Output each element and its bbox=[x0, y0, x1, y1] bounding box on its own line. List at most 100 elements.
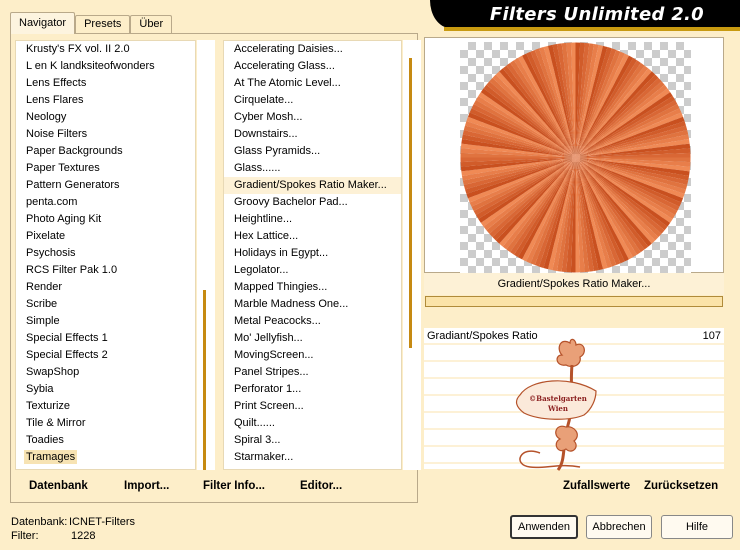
watermark-line2: Wien bbox=[547, 404, 568, 413]
category-item[interactable]: Pixelate bbox=[16, 228, 195, 245]
filter-item[interactable]: Accelerating Glass... bbox=[224, 58, 401, 75]
filter-item[interactable]: Spiral 3... bbox=[224, 432, 401, 449]
filter-item[interactable]: Groovy Bachelor Pad... bbox=[224, 194, 401, 211]
category-item[interactable]: Photo Aging Kit bbox=[16, 211, 195, 228]
filter-scrollbar[interactable] bbox=[403, 40, 421, 470]
filter-item-label: Cirquelate... bbox=[234, 94, 294, 106]
filter-item-label: MovingScreen... bbox=[234, 349, 314, 361]
filter-item[interactable]: Downstairs... bbox=[224, 126, 401, 143]
filter-item[interactable]: Panel Stripes... bbox=[224, 364, 401, 381]
category-item[interactable]: penta.com bbox=[16, 194, 195, 211]
category-item[interactable]: Special Effects 2 bbox=[16, 347, 195, 364]
category-scrollbar[interactable] bbox=[197, 40, 215, 470]
filter-item[interactable]: Perforator 1... bbox=[224, 381, 401, 398]
category-item-label: Special Effects 1 bbox=[26, 332, 108, 344]
tab-about[interactable]: Über bbox=[130, 15, 173, 34]
editor-button[interactable]: Editor... bbox=[300, 480, 342, 492]
filter-item-label: Print Screen... bbox=[234, 400, 304, 412]
filter-item-label: Mo' Jellyfish... bbox=[234, 332, 303, 344]
preview-image bbox=[460, 42, 691, 273]
category-item[interactable]: Noise Filters bbox=[16, 126, 195, 143]
filter-item[interactable]: Gradient/Spokes Ratio Maker... bbox=[224, 177, 401, 194]
filter-item-label: Perforator 1... bbox=[234, 383, 302, 395]
category-item[interactable]: Lens Effects bbox=[16, 75, 195, 92]
filter-item[interactable]: Holidays in Egypt... bbox=[224, 245, 401, 262]
category-item[interactable]: Neology bbox=[16, 109, 195, 126]
app-title: Filters Unlimited 2.0 bbox=[489, 4, 704, 25]
filter-item[interactable]: Quilt...... bbox=[224, 415, 401, 432]
filter-item[interactable]: Accelerating Daisies... bbox=[224, 41, 401, 58]
filter-item[interactable]: Cirquelate... bbox=[224, 92, 401, 109]
category-item[interactable]: Psychosis bbox=[16, 245, 195, 262]
filter-list[interactable]: Accelerating Daisies... Accelerating Glas… bbox=[223, 40, 402, 470]
progress-bar bbox=[425, 296, 723, 307]
filter-item[interactable]: Marble Madness One... bbox=[224, 296, 401, 313]
filter-scroll-thumb[interactable] bbox=[409, 58, 412, 348]
category-item[interactable]: Paper Backgrounds bbox=[16, 143, 195, 160]
tab-presets[interactable]: Presets bbox=[75, 15, 131, 34]
category-item[interactable]: Paper Textures bbox=[16, 160, 195, 177]
database-button[interactable]: Datenbank bbox=[29, 480, 88, 492]
parameter-value[interactable]: 107 bbox=[703, 330, 721, 342]
category-item-label: L en K landksiteofwonders bbox=[26, 60, 155, 72]
category-item[interactable]: Tramages bbox=[16, 449, 195, 466]
filter-item[interactable]: Print Screen... bbox=[224, 398, 401, 415]
randomize-button[interactable]: Zufallswerte bbox=[563, 480, 630, 492]
tab-navigator[interactable]: Navigator bbox=[10, 12, 76, 34]
category-item[interactable]: RCS Filter Pak 1.0 bbox=[16, 262, 195, 279]
category-item[interactable]: Krusty's FX vol. II 2.0 bbox=[16, 41, 195, 58]
category-item[interactable]: Pattern Generators bbox=[16, 177, 195, 194]
category-item-label: Noise Filters bbox=[26, 128, 88, 140]
watermark-line1: ©Bastelgarten bbox=[529, 394, 587, 403]
category-item-label: Scribe bbox=[26, 298, 58, 310]
filter-item-label: Heightline... bbox=[234, 213, 293, 225]
cancel-button[interactable]: Abbrechen bbox=[586, 515, 652, 539]
category-item[interactable]: Simple bbox=[16, 313, 195, 330]
category-item[interactable]: Unplugged Effects bbox=[16, 466, 195, 469]
filter-item-label: Panel Stripes... bbox=[234, 366, 309, 378]
filter-item[interactable]: MovingScreen... bbox=[224, 347, 401, 364]
category-item[interactable]: Tile & Mirror bbox=[16, 415, 195, 432]
filter-item-label: Starmaker... bbox=[234, 451, 294, 463]
category-item[interactable]: Render bbox=[16, 279, 195, 296]
filter-item[interactable]: Legolator... bbox=[224, 262, 401, 279]
category-item-label: Krusty's FX vol. II 2.0 bbox=[26, 43, 130, 55]
filter-item-label: Downstairs... bbox=[234, 128, 298, 140]
category-item-label: Lens Effects bbox=[26, 77, 87, 89]
reset-button[interactable]: Zurücksetzen bbox=[644, 480, 718, 492]
category-item[interactable]: Scribe bbox=[16, 296, 195, 313]
status-filter-count: 1228 bbox=[71, 530, 96, 542]
apply-button[interactable]: Anwenden bbox=[510, 515, 578, 539]
category-item[interactable]: Special Effects 1 bbox=[16, 330, 195, 347]
help-button[interactable]: Hilfe bbox=[661, 515, 733, 539]
filter-item-label: Accelerating Glass... bbox=[234, 60, 335, 72]
filter-item[interactable]: Glass...... bbox=[224, 160, 401, 177]
filter-item[interactable]: Cyber Mosh... bbox=[224, 109, 401, 126]
category-scroll-thumb[interactable] bbox=[203, 290, 206, 470]
import-button[interactable]: Import... bbox=[124, 480, 169, 492]
category-item-label: Sybia bbox=[26, 383, 54, 395]
category-item[interactable]: Texturize bbox=[16, 398, 195, 415]
filter-item[interactable]: At The Atomic Level... bbox=[224, 75, 401, 92]
category-item[interactable]: Lens Flares bbox=[16, 92, 195, 109]
filter-item[interactable]: Tee Pee... bbox=[224, 466, 401, 469]
category-item-label: Tramages bbox=[24, 450, 78, 464]
filter-item-label: Holidays in Egypt... bbox=[234, 247, 329, 259]
filter-item[interactable]: Heightline... bbox=[224, 211, 401, 228]
filter-item-label: Hex Lattice... bbox=[234, 230, 299, 242]
category-item[interactable]: Toadies bbox=[16, 432, 195, 449]
category-item[interactable]: Sybia bbox=[16, 381, 195, 398]
category-item[interactable]: SwapShop bbox=[16, 364, 195, 381]
filter-item[interactable]: Mapped Thingies... bbox=[224, 279, 401, 296]
filter-item[interactable]: Mo' Jellyfish... bbox=[224, 330, 401, 347]
filter-item[interactable]: Starmaker... bbox=[224, 449, 401, 466]
category-list[interactable]: Krusty's FX vol. II 2.0 L en K landksiteo… bbox=[15, 40, 196, 470]
filter-item[interactable]: Glass Pyramids... bbox=[224, 143, 401, 160]
category-item[interactable]: L en K landksiteofwonders bbox=[16, 58, 195, 75]
filter-item[interactable]: Hex Lattice... bbox=[224, 228, 401, 245]
category-item-label: Pattern Generators bbox=[26, 179, 120, 191]
filter-info-button[interactable]: Filter Info... bbox=[203, 480, 265, 492]
parameter-toolbar: Zufallswerte Zurücksetzen bbox=[424, 472, 724, 502]
filter-item[interactable]: Metal Peacocks... bbox=[224, 313, 401, 330]
status-db-label: Datenbank: bbox=[11, 516, 68, 528]
